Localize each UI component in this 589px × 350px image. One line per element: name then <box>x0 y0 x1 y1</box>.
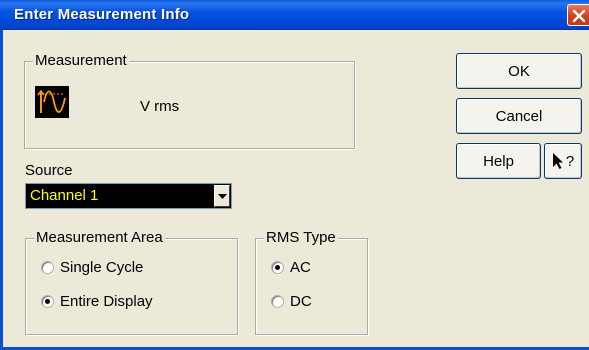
ok-button[interactable]: OK <box>456 53 582 89</box>
radio-dc-circle[interactable] <box>271 295 284 308</box>
cancel-button-label: Cancel <box>495 107 543 125</box>
measurement-name: V rms <box>140 98 180 115</box>
help-button-label: Help <box>483 152 514 170</box>
help-question-mark: ? <box>565 152 575 170</box>
radio-dc[interactable]: DC <box>271 293 312 310</box>
source-dropdown-button[interactable] <box>214 185 230 207</box>
title-bar[interactable]: Enter Measurement Info <box>0 0 589 30</box>
window-title: Enter Measurement Info <box>14 6 190 23</box>
radio-ac[interactable]: AC <box>271 259 311 276</box>
waveform-rms-icon <box>35 86 69 118</box>
radio-single-cycle-circle[interactable] <box>41 261 54 274</box>
radio-entire-display-label: Entire Display <box>60 293 153 310</box>
whats-this-button[interactable]: ? <box>544 143 582 179</box>
radio-entire-display[interactable]: Entire Display <box>41 293 153 310</box>
ok-button-label: OK <box>508 62 530 80</box>
help-button[interactable]: Help <box>456 143 541 179</box>
source-select[interactable]: Channel 1 <box>25 183 232 209</box>
close-button[interactable] <box>567 4 589 26</box>
rms-type-group: RMS Type AC DC <box>255 229 368 335</box>
source-label: Source <box>25 162 73 179</box>
pointer-arrow-icon <box>552 153 563 169</box>
window-frame-left <box>0 30 3 350</box>
radio-entire-display-circle[interactable] <box>41 295 54 308</box>
radio-ac-label: AC <box>290 259 311 276</box>
radio-single-cycle-label: Single Cycle <box>60 259 144 276</box>
measurement-area-group: Measurement Area Single Cycle Entire Dis… <box>25 229 238 335</box>
close-icon <box>572 9 586 23</box>
measurement-group: Measurement V rms <box>24 52 355 149</box>
chevron-down-icon <box>218 194 227 199</box>
rms-type-group-label: RMS Type <box>264 229 338 247</box>
measurement-area-group-label: Measurement Area <box>34 229 165 247</box>
source-select-value: Channel 1 <box>30 187 99 204</box>
radio-ac-circle[interactable] <box>271 261 284 274</box>
measurement-group-label: Measurement <box>33 52 129 70</box>
cancel-button[interactable]: Cancel <box>456 98 582 134</box>
radio-single-cycle[interactable]: Single Cycle <box>41 259 143 276</box>
radio-dc-label: DC <box>290 293 312 310</box>
